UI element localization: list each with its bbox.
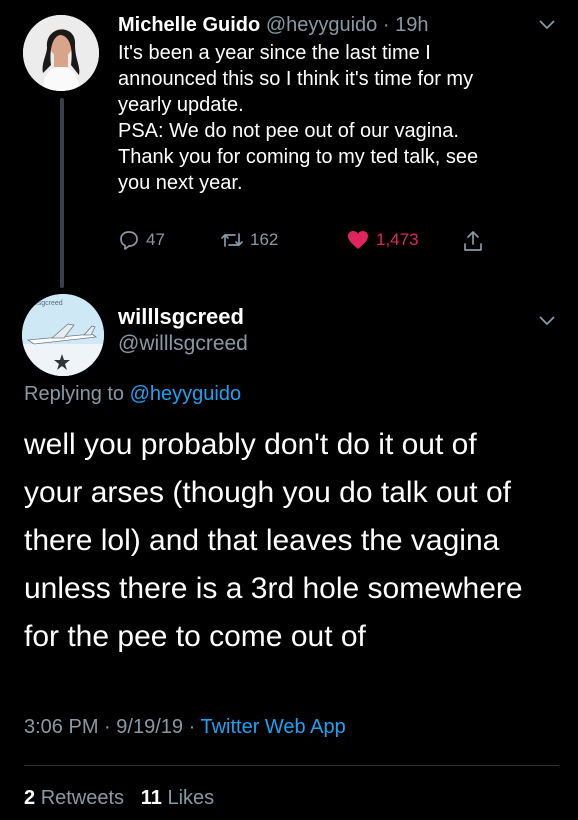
tweet-time[interactable]: 3:06 PM <box>24 716 98 738</box>
share-icon <box>462 229 484 253</box>
share-button[interactable] <box>462 229 484 253</box>
tweet-metadata: 3:06 PM · 9/19/19 · Twitter Web App <box>24 716 346 739</box>
parent-separator: · <box>382 14 390 36</box>
reply-icon <box>118 229 140 251</box>
retweets-stat[interactable]: 2 Retweets <box>24 787 124 809</box>
chevron-down-icon[interactable] <box>538 314 556 332</box>
parent-tweet-text: It's been a year since the last time I a… <box>118 40 558 196</box>
thread-line <box>60 98 64 288</box>
heart-icon <box>346 229 370 251</box>
engagement-stats: 2 Retweets 11 Likes <box>24 787 214 810</box>
retweet-count: 162 <box>250 230 279 249</box>
replying-to-link[interactable]: @heyyguido <box>130 383 241 405</box>
meta-separator: · <box>188 716 196 738</box>
reply-button[interactable]: 47 <box>118 229 165 251</box>
tweet-source-link[interactable]: Twitter Web App <box>200 716 345 738</box>
divider <box>24 765 559 766</box>
reply-display-name[interactable]: willlsgcreed <box>118 304 244 330</box>
likes-count: 11 <box>140 787 162 809</box>
retweets-count: 2 <box>24 787 36 809</box>
chevron-down-icon[interactable] <box>538 18 556 36</box>
parent-text-line: yearly update. <box>118 94 244 116</box>
likes-stat[interactable]: 11 Likes <box>141 787 214 809</box>
reply-text-line: for the pee to come out of <box>24 620 366 653</box>
avatar-michelle[interactable] <box>23 15 99 91</box>
reply-text-line: well you probably don't do it out of <box>24 428 477 461</box>
replying-prefix: Replying to <box>24 383 125 405</box>
reply-tweet-text: well you probably don't do it out of you… <box>24 421 564 661</box>
reply-text-line: your arses (though you do talk out of <box>24 476 511 509</box>
reply-text-line: unless there is a 3rd hole somewhere <box>24 572 523 605</box>
parent-text-line: you next year. <box>118 172 243 194</box>
meta-separator: · <box>104 716 111 738</box>
parent-text-line: PSA: We do not pee out of our vagina. <box>118 120 459 142</box>
like-button[interactable]: 1,473 <box>346 229 419 251</box>
parent-tweet-header: Michelle Guido @heyyguido · 19h <box>118 12 428 38</box>
parent-handle[interactable]: @heyyguido <box>266 14 377 36</box>
replying-to: Replying to @heyyguido <box>24 383 241 406</box>
retweets-label: Retweets <box>40 787 125 809</box>
retweet-button[interactable]: 162 <box>220 229 278 251</box>
parent-text-line: announced this so I think it's time for … <box>118 68 474 90</box>
like-count: 1,473 <box>376 230 419 249</box>
parent-text-line: It's been a year since the last time I <box>118 42 431 64</box>
retweet-icon <box>220 229 244 251</box>
reply-count: 47 <box>146 230 165 249</box>
parent-text-line: Thank you for coming to my ted talk, see <box>118 146 479 168</box>
likes-label: Likes <box>167 787 215 809</box>
parent-time[interactable]: 19h <box>395 14 428 36</box>
parent-display-name[interactable]: Michelle Guido <box>118 14 260 36</box>
avatar-willlsgcreed[interactable]: willsgcreed <box>22 294 104 376</box>
tweet-date[interactable]: 9/19/19 <box>116 716 183 738</box>
avatar-caption: willsgcreed <box>28 300 63 307</box>
avatar-photo <box>23 15 99 91</box>
reply-handle[interactable]: @willlsgcreed <box>118 332 248 356</box>
reply-text-line: there lol) and that leaves the vagina <box>24 524 500 557</box>
